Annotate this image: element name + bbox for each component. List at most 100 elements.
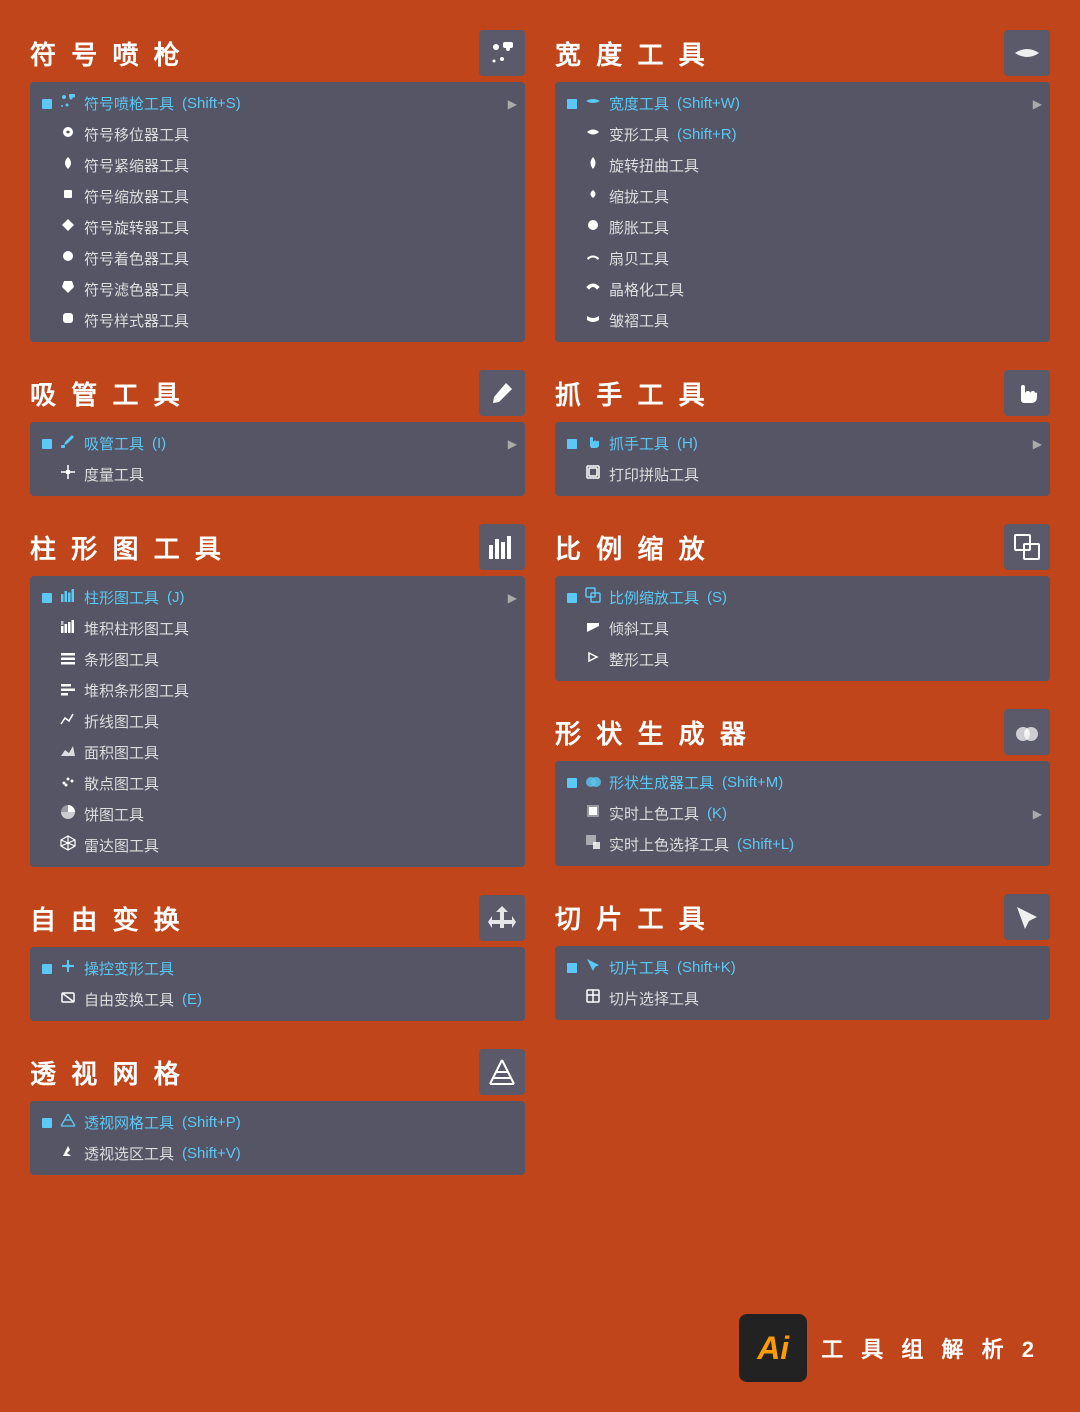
tool-item-perspective-grid-0[interactable]: 透视网格工具(Shift+P): [30, 1107, 525, 1138]
tool-item-symbol-spray-2[interactable]: 符号紧缩器工具: [30, 150, 525, 181]
tool-shortcut: (Shift+K): [677, 959, 736, 976]
tool-shortcut: (Shift+R): [677, 126, 737, 143]
tool-item-zoom-1[interactable]: 倾斜工具: [555, 613, 1050, 644]
section-icon-free-transform: [479, 895, 525, 941]
tool-icon-8: [60, 835, 76, 856]
tool-icon-5: [60, 248, 76, 269]
tool-item-eyedropper-0[interactable]: 吸管工具(I)▶: [30, 428, 525, 459]
tool-icon-0: [585, 93, 601, 114]
tool-item-perspective-grid-1[interactable]: 透视选区工具(Shift+V): [30, 1138, 525, 1169]
tool-icon-0: [60, 958, 76, 979]
tool-panel-bar-chart: 柱形图工具 (J) ▶ 堆积柱形图工具条形图工具堆积条形图工具折线图工具面积图工具散点…: [30, 576, 525, 867]
tool-label: 透视网格工具: [84, 1112, 174, 1133]
tool-item-bar-chart-2[interactable]: 条形图工具: [30, 644, 525, 675]
tool-item-bar-chart-5[interactable]: 面积图工具: [30, 737, 525, 768]
tool-item-shape-builder-2[interactable]: 实时上色选择工具(Shift+L): [555, 829, 1050, 860]
tool-item-slice-tool-0[interactable]: 切片工具(Shift+K): [555, 952, 1050, 983]
tool-icon-7: [60, 804, 76, 825]
section-icon-width-tool: [1004, 30, 1050, 76]
section-header-eyedropper: 吸 管 工 具: [30, 370, 525, 416]
tool-label: 晶格化工具: [609, 279, 684, 300]
tool-item-width-tool-2[interactable]: 旋转扭曲工具: [555, 150, 1050, 181]
tool-label: 倾斜工具: [609, 618, 669, 639]
tool-item-shape-builder-1[interactable]: 实时上色工具(K)▶: [555, 798, 1050, 829]
tool-item-width-tool-5[interactable]: 扇贝工具: [555, 243, 1050, 274]
tool-shortcut: (J): [167, 589, 185, 606]
tool-icon-0: [585, 772, 601, 793]
tool-arrow: ▶: [1033, 437, 1042, 451]
tool-item-width-tool-7[interactable]: 皱褶工具: [555, 305, 1050, 336]
tool-arrow: ▶: [1033, 807, 1042, 821]
section-header-symbol-spray: 符 号 喷 枪: [30, 30, 525, 76]
section-title-free-transform: 自 由 变 换: [30, 900, 184, 937]
tool-active-bullet: [42, 99, 52, 109]
tool-label: 符号紧缩器工具: [84, 155, 189, 176]
section-header-shape-builder: 形 状 生 成 器: [555, 709, 1050, 755]
tool-icon-0: [60, 433, 76, 454]
tool-shortcut: (Shift+S): [182, 95, 241, 112]
tool-item-width-tool-4[interactable]: 膨胀工具: [555, 212, 1050, 243]
section-header-bar-chart: 柱 形 图 工 具: [30, 524, 525, 570]
tool-item-hand-tool-0[interactable]: 抓手工具(H)▶: [555, 428, 1050, 459]
tool-item-width-tool-1[interactable]: 变形工具(Shift+R): [555, 119, 1050, 150]
tool-item-bar-chart-8[interactable]: 雷达图工具: [30, 830, 525, 861]
tool-item-free-transform-1[interactable]: 自由变换工具(E): [30, 984, 525, 1015]
section-icon-symbol-spray: [479, 30, 525, 76]
tool-item-hand-tool-1[interactable]: 打印拼贴工具: [555, 459, 1050, 490]
tool-item-symbol-spray-3[interactable]: 符号缩放器工具: [30, 181, 525, 212]
tool-item-free-transform-0[interactable]: 操控变形工具: [30, 953, 525, 984]
tool-item-zoom-2[interactable]: 整形工具: [555, 644, 1050, 675]
tool-icon-0: [60, 93, 76, 114]
section-title-bar-chart: 柱 形 图 工 具: [30, 529, 225, 566]
tool-icon-2: [60, 649, 76, 670]
tool-item-symbol-spray-5[interactable]: 符号着色器工具: [30, 243, 525, 274]
tool-item-bar-chart-4[interactable]: 折线图工具: [30, 706, 525, 737]
tool-icon-1: [585, 803, 601, 824]
tool-item-width-tool-0[interactable]: 宽度工具(Shift+W)▶: [555, 88, 1050, 119]
section-slice-tool: 切 片 工 具切片工具(Shift+K)切片选择工具: [555, 894, 1050, 1020]
tool-label: 柱形图工具: [84, 587, 159, 608]
tool-icon-0: [60, 1112, 76, 1133]
tool-item-bar-chart-7[interactable]: 饼图工具: [30, 799, 525, 830]
tool-icon-6: [60, 773, 76, 794]
section-header-hand-tool: 抓 手 工 具: [555, 370, 1050, 416]
tool-label: 符号样式器工具: [84, 310, 189, 331]
section-header-width-tool: 宽 度 工 具: [555, 30, 1050, 76]
tool-item-symbol-spray-6[interactable]: 符号滤色器工具: [30, 274, 525, 305]
tool-label: 符号着色器工具: [84, 248, 189, 269]
tool-arrow: ▶: [508, 591, 517, 605]
section-zoom: 比 例 缩 放比例缩放工具(S) 倾斜工具整形工具: [555, 524, 1050, 681]
tool-item-bar-chart-0[interactable]: 柱形图工具 (J) ▶: [30, 582, 525, 613]
tool-icon-1: [60, 618, 76, 639]
tool-label: 符号缩放器工具: [84, 186, 189, 207]
tool-item-bar-chart-6[interactable]: 散点图工具: [30, 768, 525, 799]
tool-item-eyedropper-1[interactable]: 度量工具: [30, 459, 525, 490]
tool-icon-5: [585, 248, 601, 269]
tool-shortcut: (Shift+L): [737, 836, 794, 853]
tool-label: 缩拢工具: [609, 186, 669, 207]
tool-panel-width-tool: 宽度工具(Shift+W)▶变形工具(Shift+R)旋转扭曲工具缩拢工具膨胀工…: [555, 82, 1050, 342]
section-header-zoom: 比 例 缩 放: [555, 524, 1050, 570]
tool-item-bar-chart-1[interactable]: 堆积柱形图工具: [30, 613, 525, 644]
tool-label: 整形工具: [609, 649, 669, 670]
tool-item-symbol-spray-0[interactable]: 符号喷枪工具(Shift+S)▶: [30, 88, 525, 119]
tool-label: 扇贝工具: [609, 248, 669, 269]
tool-item-symbol-spray-4[interactable]: 符号旋转器工具: [30, 212, 525, 243]
tool-item-width-tool-6[interactable]: 晶格化工具: [555, 274, 1050, 305]
tool-label: 散点图工具: [84, 773, 159, 794]
tool-item-symbol-spray-7[interactable]: 符号样式器工具: [30, 305, 525, 336]
tool-active-bullet: [42, 964, 52, 974]
tool-shortcut: (K): [707, 805, 727, 822]
tool-item-shape-builder-0[interactable]: 形状生成器工具(Shift+M): [555, 767, 1050, 798]
section-header-perspective-grid: 透 视 网 格: [30, 1049, 525, 1095]
tool-item-slice-tool-1[interactable]: 切片选择工具: [555, 983, 1050, 1014]
tool-label: 符号移位器工具: [84, 124, 189, 145]
section-icon-zoom: [1004, 524, 1050, 570]
tool-icon-1: [60, 989, 76, 1010]
tool-item-symbol-spray-1[interactable]: 符号移位器工具: [30, 119, 525, 150]
section-title-symbol-spray: 符 号 喷 枪: [30, 35, 184, 72]
tool-item-zoom-0[interactable]: 比例缩放工具(S): [555, 582, 1050, 613]
tool-item-bar-chart-3[interactable]: 堆积条形图工具: [30, 675, 525, 706]
tool-item-width-tool-3[interactable]: 缩拢工具: [555, 181, 1050, 212]
tool-label: 皱褶工具: [609, 310, 669, 331]
